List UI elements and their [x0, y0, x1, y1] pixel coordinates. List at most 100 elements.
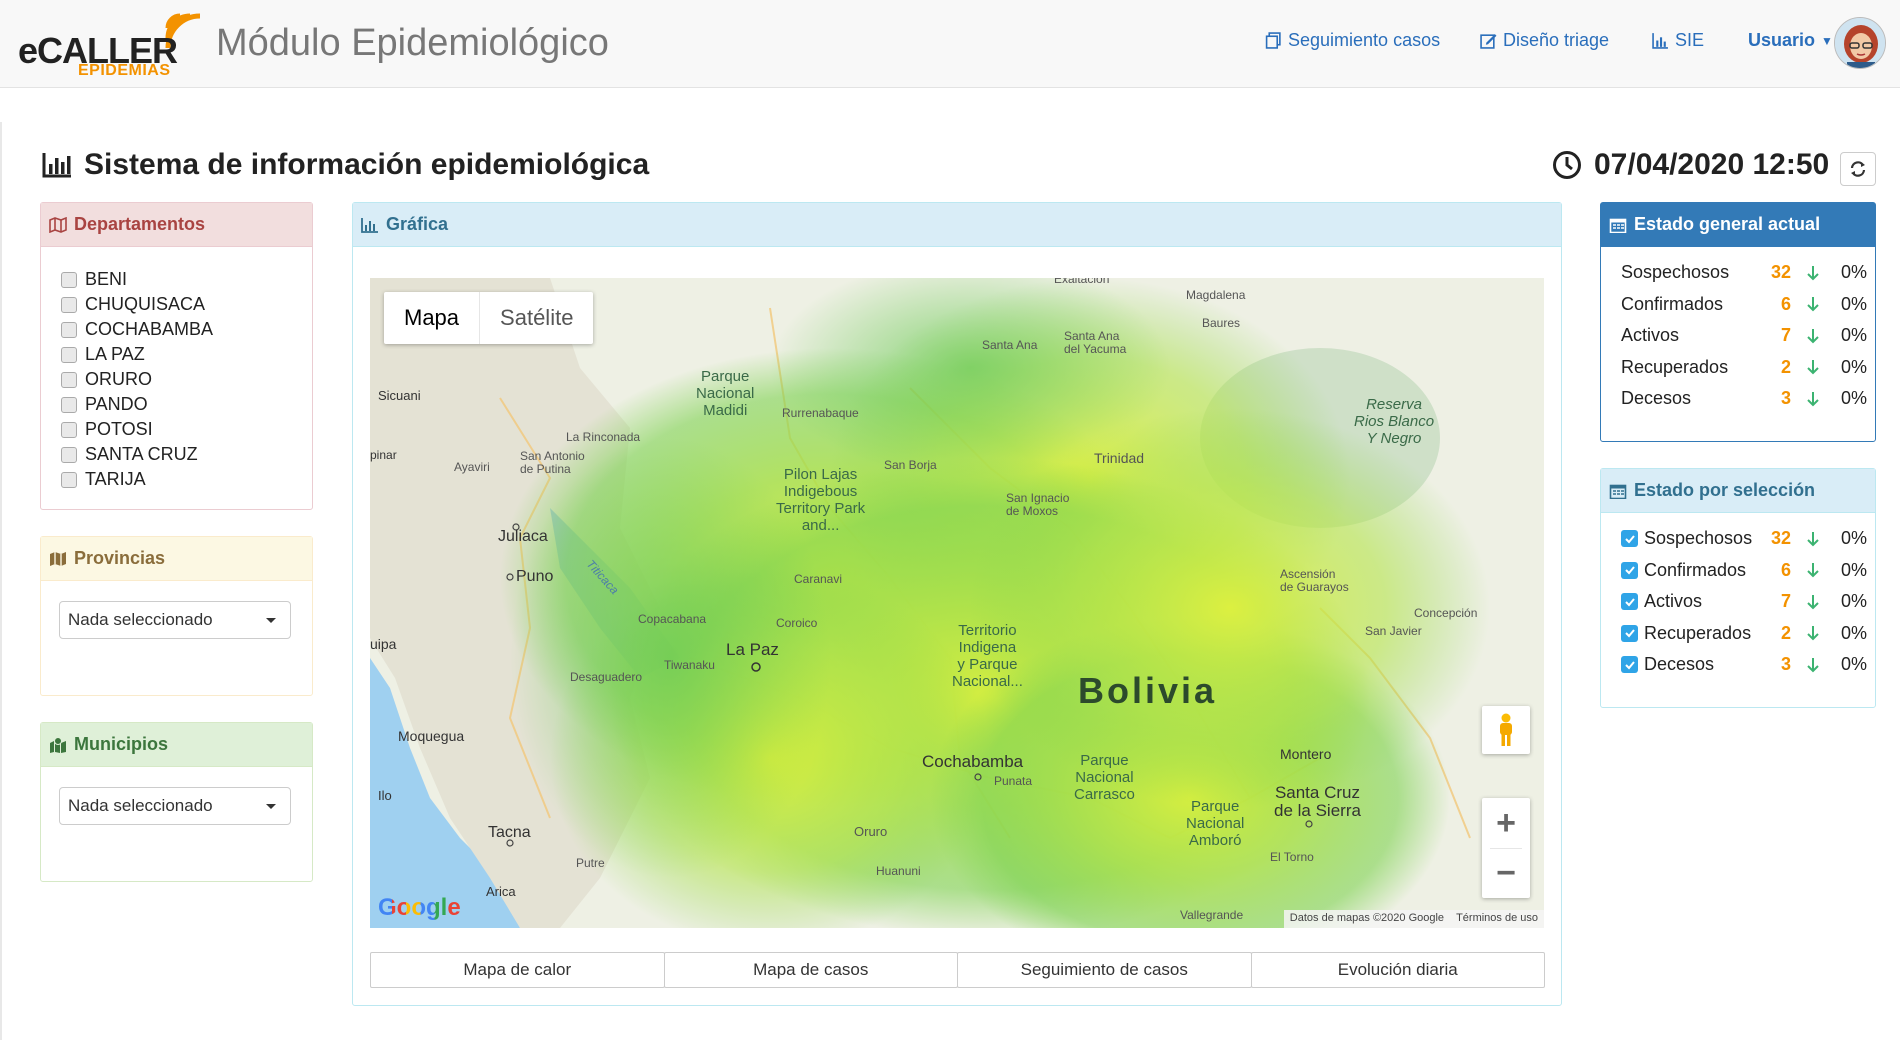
evolucion-diaria-button[interactable]: Evolución diaria — [1250, 952, 1545, 988]
map-label-oruro: Oruro — [854, 824, 888, 839]
google-logo[interactable]: Google — [378, 894, 461, 922]
dept-item-potosi[interactable]: POTOSI — [61, 417, 312, 442]
user-label: Usuario — [1748, 30, 1816, 50]
dept-item-cochabamba[interactable]: COCHABAMBA — [61, 317, 312, 342]
page-title: Sistema de información epidemiológica — [42, 148, 649, 182]
dept-item-tarija[interactable]: TARIJA — [61, 467, 312, 492]
map-label-line: de Guarayos — [1280, 580, 1349, 594]
arrow-down-icon — [1791, 531, 1835, 547]
checkbox[interactable] — [61, 421, 77, 438]
stat-percent: 0% — [1840, 325, 1867, 346]
map-label-ayaviri: Ayaviri — [454, 460, 490, 474]
checkbox-checked[interactable] — [1621, 624, 1638, 642]
map-label-bolivia: Bolivia — [1078, 670, 1218, 711]
bar-chart-icon — [1652, 33, 1668, 49]
stat-label: Confirmados — [1621, 293, 1724, 314]
stat-count: 6 — [1780, 293, 1791, 314]
map-label-san-ignacio: San Ignacio de Moxos — [1006, 492, 1069, 518]
mapa-de-calor-button[interactable]: Mapa de calor — [370, 952, 665, 988]
stat-percent: 0% — [1840, 388, 1867, 409]
map-label-line: Santa Cruz — [1274, 783, 1360, 802]
dept-item-oruro[interactable]: ORURO — [61, 367, 312, 392]
map-label-tacna: Tacna — [488, 824, 531, 841]
nav-seguimiento-casos[interactable]: Seguimiento casos — [1265, 30, 1440, 51]
stat-percent: 0% — [1840, 622, 1867, 643]
arrow-down-icon — [1791, 391, 1835, 407]
checkbox[interactable] — [61, 371, 77, 388]
map-label-line: Parque — [1080, 752, 1129, 769]
stat-count: 3 — [1780, 388, 1791, 409]
checkbox[interactable] — [61, 446, 77, 463]
street-view-pegman[interactable] — [1482, 706, 1530, 754]
terms-link[interactable]: Términos de uso — [1456, 912, 1538, 926]
dept-item-pando[interactable]: PANDO — [61, 392, 312, 417]
stat-row-activos[interactable]: Activos 7 0% — [1621, 586, 1875, 618]
arrow-down-icon — [1791, 296, 1835, 312]
map-type-mapa[interactable]: Mapa — [384, 292, 481, 344]
checkbox-checked[interactable] — [1621, 593, 1638, 611]
checkbox-checked[interactable] — [1621, 530, 1638, 548]
copy-icon — [1265, 32, 1281, 49]
map-label-line: Nacional — [696, 385, 755, 402]
stat-count: 7 — [1780, 591, 1791, 612]
map-label-sicuani: Sicuani — [378, 388, 421, 403]
stat-count: 6 — [1780, 559, 1791, 580]
dept-label: ORURO — [85, 369, 152, 389]
dept-label: PANDO — [85, 394, 148, 414]
map-label-tiwanaku: Tiwanaku — [664, 658, 715, 672]
nav-sie[interactable]: SIE — [1652, 30, 1704, 51]
dept-item-beni[interactable]: BENI — [61, 267, 312, 292]
departamentos-panel: Departamentos BENI CHUQUISACA COCHABAMBA… — [40, 202, 313, 510]
stat-row-decesos[interactable]: Decesos 3 0% — [1621, 649, 1875, 681]
map-label-vallegrande: Vallegrande — [1180, 908, 1244, 922]
map-label-line: Parque — [701, 368, 750, 385]
map-label-pinar: pinar — [370, 448, 397, 462]
dept-item-la-paz[interactable]: LA PAZ — [61, 342, 312, 367]
map-icon — [50, 551, 66, 566]
checkbox[interactable] — [61, 296, 77, 313]
zoom-in-button[interactable]: + — [1482, 798, 1530, 848]
map-label-line: Parque — [1191, 798, 1240, 815]
calendar-icon — [1609, 484, 1627, 499]
seguimiento-de-casos-button[interactable]: Seguimiento de casos — [957, 952, 1252, 988]
checkbox[interactable] — [61, 346, 77, 363]
estado-seleccion-header: Estado por selección — [1601, 469, 1875, 513]
map-label-reserva: Reserva Rios Blanco Y Negro — [1354, 396, 1434, 447]
user-menu[interactable]: Usuario ▼ — [1748, 30, 1833, 51]
stat-row-confirmados[interactable]: Confirmados 6 0% — [1621, 555, 1875, 587]
dept-item-chuquisaca[interactable]: CHUQUISACA — [61, 292, 312, 317]
provincias-select[interactable]: Nada seleccionado — [59, 601, 291, 639]
checkbox-checked[interactable] — [1621, 561, 1638, 579]
ecaller-logo[interactable]: eCALLER EPIDEMIAS — [18, 12, 201, 79]
clock-icon — [1553, 151, 1581, 179]
zoom-out-button[interactable]: − — [1482, 848, 1530, 898]
page-title-text: Sistema de información epidemiológica — [84, 148, 650, 181]
map-label-magdalena: Magdalena — [1186, 288, 1246, 302]
nav-diseno-triage[interactable]: Diseño triage — [1480, 30, 1609, 51]
avatar[interactable] — [1834, 17, 1886, 69]
heat-map[interactable]: Bolivia La Paz Cochabamba Santa Cruz de l… — [370, 278, 1544, 928]
checkbox-checked[interactable] — [1621, 656, 1638, 674]
dept-item-santa-cruz[interactable]: SANTA CRUZ — [61, 442, 312, 467]
checkbox[interactable] — [61, 321, 77, 338]
map-label-la-rinconada: La Rinconada — [566, 430, 641, 444]
dept-label: TARIJA — [85, 469, 146, 489]
map-label-line: de Moxos — [1006, 504, 1059, 518]
checkbox[interactable] — [61, 271, 77, 288]
map-type-satelite[interactable]: Satélite — [480, 292, 593, 344]
stat-percent: 0% — [1840, 559, 1867, 580]
stat-label: Confirmados — [1644, 559, 1747, 580]
map-label-el-torno: El Torno — [1270, 850, 1314, 864]
mapa-de-casos-button[interactable]: Mapa de casos — [663, 952, 958, 988]
arrow-down-icon — [1791, 265, 1835, 281]
provincias-title: Provincias — [74, 548, 166, 568]
map-label-puno: Puno — [516, 568, 554, 585]
stat-row-recuperados[interactable]: Recuperados 2 0% — [1621, 618, 1875, 650]
stat-row-sospechosos[interactable]: Sospechosos 32 0% — [1621, 523, 1875, 555]
map-label-cochabamba: Cochabamba — [922, 752, 1024, 771]
checkbox[interactable] — [61, 471, 77, 488]
stat-count: 32 — [1770, 528, 1791, 549]
refresh-button[interactable] — [1840, 152, 1876, 186]
municipios-select[interactable]: Nada seleccionado — [59, 787, 291, 825]
checkbox[interactable] — [61, 396, 77, 413]
